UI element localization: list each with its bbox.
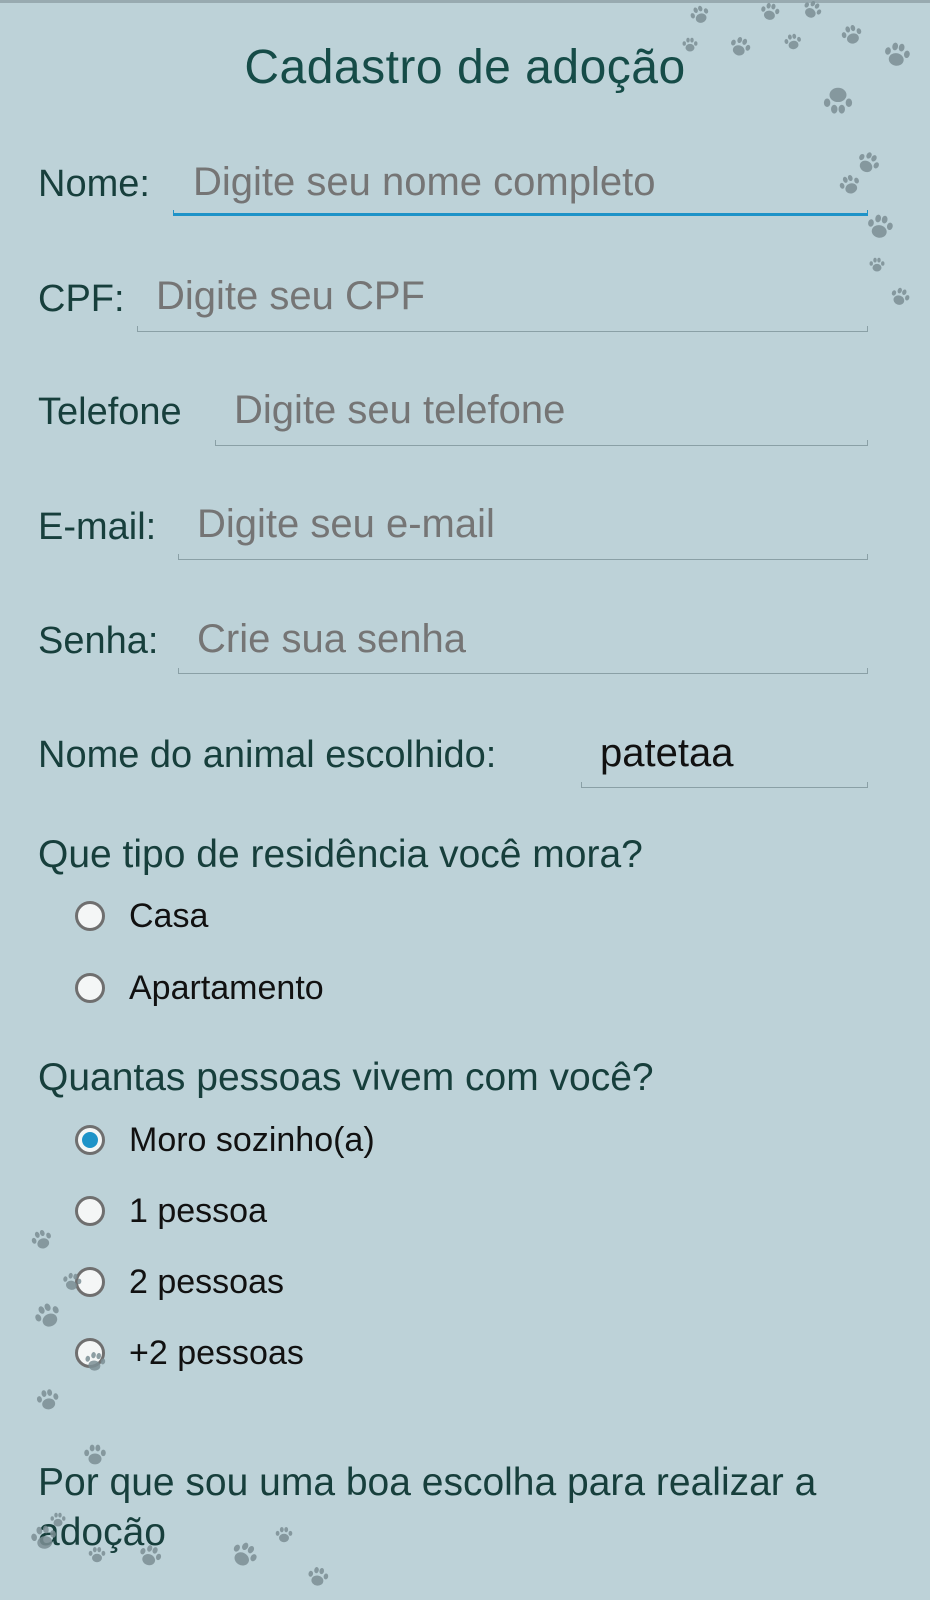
animal-name-input[interactable]: patetaa	[600, 731, 733, 776]
cpf-input[interactable]	[156, 274, 856, 319]
paw-print-icon	[84, 1444, 106, 1465]
phone-label: Telefone	[38, 391, 182, 433]
paw-print-icon	[88, 1547, 106, 1563]
email-label: E-mail:	[38, 506, 157, 548]
paw-print-icon	[823, 87, 853, 114]
paw-print-icon	[784, 33, 801, 50]
people-question: Quantas pessoas vivem com você?	[38, 1056, 654, 1099]
email-input-underline	[178, 554, 868, 560]
password-input[interactable]	[197, 617, 857, 662]
paw-print-icon	[275, 1527, 293, 1543]
phone-input[interactable]	[234, 388, 854, 433]
paw-print-icon	[85, 1352, 106, 1371]
cpf-label: CPF:	[38, 278, 125, 320]
paw-print-icon	[804, 0, 822, 18]
why-question: Por que sou uma boa escolha para realiza…	[38, 1461, 817, 1554]
animal-name-label: Nome do animal escolhido:	[38, 734, 497, 776]
people-option-alone[interactable]: Moro sozinho(a)	[75, 1120, 375, 1160]
people-option-label: 2 pessoas	[129, 1262, 284, 1301]
residence-question: Que tipo de residência você mora?	[38, 833, 643, 876]
paw-print-icon	[63, 1272, 82, 1290]
paw-print-icon	[761, 2, 780, 20]
password-label: Senha:	[38, 620, 159, 662]
people-option-2[interactable]: 2 pessoas	[75, 1262, 284, 1302]
radio-unchecked-icon[interactable]	[75, 1196, 105, 1226]
name-input[interactable]	[193, 160, 853, 205]
name-input-underline	[173, 210, 868, 216]
name-label: Nome:	[38, 163, 150, 205]
paw-print-icon	[31, 1229, 51, 1249]
password-input-underline	[178, 668, 868, 674]
animal-name-input-underline	[581, 782, 868, 788]
residence-option-label: Apartamento	[129, 968, 324, 1007]
paw-print-icon	[308, 1567, 329, 1586]
radio-checked-icon[interactable]	[75, 1125, 105, 1155]
residence-option-casa[interactable]: Casa	[75, 896, 208, 936]
people-option-label: +2 pessoas	[129, 1333, 304, 1372]
email-input[interactable]	[197, 502, 857, 547]
paw-print-icon	[868, 214, 893, 238]
people-option-label: Moro sozinho(a)	[129, 1120, 375, 1159]
people-option-more[interactable]: +2 pessoas	[75, 1333, 304, 1373]
paw-print-icon	[891, 287, 910, 305]
radio-unchecked-icon[interactable]	[75, 901, 105, 931]
paw-print-icon	[690, 5, 709, 23]
residence-option-apartamento[interactable]: Apartamento	[75, 968, 324, 1008]
phone-input-underline	[215, 440, 868, 446]
people-option-1[interactable]: 1 pessoa	[75, 1191, 267, 1231]
top-divider	[0, 0, 930, 3]
people-option-label: 1 pessoa	[129, 1191, 267, 1230]
paw-print-icon	[885, 42, 910, 66]
paw-print-icon	[50, 1512, 66, 1527]
radio-unchecked-icon[interactable]	[75, 973, 105, 1003]
residence-option-label: Casa	[129, 896, 209, 935]
cpf-input-underline	[137, 326, 868, 332]
paw-print-icon	[35, 1303, 59, 1327]
paw-print-icon	[682, 37, 698, 52]
paw-print-icon	[36, 1389, 59, 1410]
paw-print-icon	[869, 257, 885, 272]
